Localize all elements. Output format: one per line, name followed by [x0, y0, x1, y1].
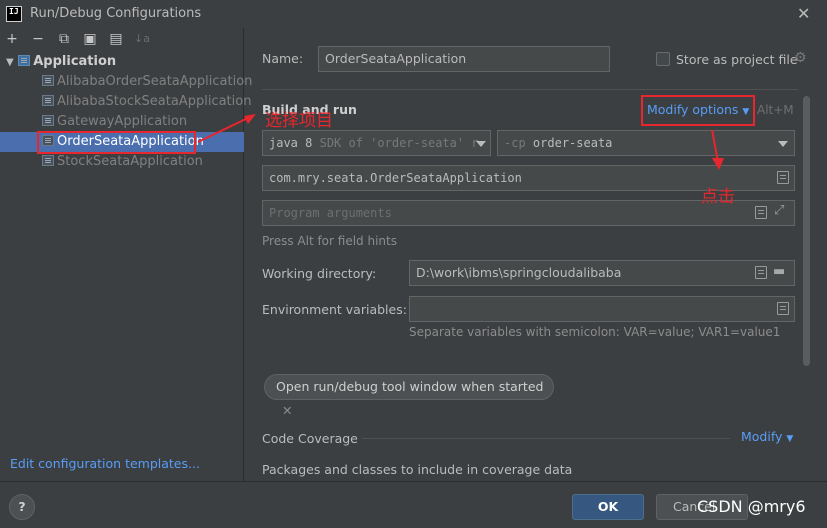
annotation-click: 点击: [701, 187, 735, 207]
tree-root-label: Application: [33, 54, 117, 69]
copy-icon[interactable]: ⧉: [56, 31, 72, 47]
folder-icon[interactable]: ▬: [773, 264, 785, 279]
environment-variables-label: Environment variables:: [262, 302, 407, 317]
packages-coverage-label: Packages and classes to include in cover…: [262, 462, 573, 477]
open-tool-window-chip[interactable]: Open run/debug tool window when started …: [264, 374, 554, 418]
field-hints-text: Press Alt for field hints: [262, 234, 397, 248]
tree-item-label: GatewayApplication: [57, 114, 188, 129]
chevron-down-icon: ▼: [786, 434, 794, 444]
separator: [262, 89, 798, 90]
chevron-down-icon[interactable]: ▼: [6, 57, 14, 68]
arrow-head: [244, 114, 256, 124]
ok-button[interactable]: OK: [572, 494, 644, 520]
edit-configuration-templates-link[interactable]: Edit configuration templates...: [10, 456, 200, 471]
macro-icon[interactable]: [755, 266, 767, 279]
save-icon[interactable]: ▣: [82, 31, 98, 47]
run-config-icon: [42, 115, 54, 126]
annotation-box-selected-item: [37, 131, 196, 154]
watermark: CSDN @mry6: [697, 497, 806, 516]
add-icon[interactable]: +: [4, 31, 20, 47]
store-as-project-file-checkbox[interactable]: [656, 52, 670, 66]
working-directory-label: Working directory:: [262, 266, 377, 281]
environment-variables-input[interactable]: [409, 296, 795, 322]
application-icon: [18, 55, 31, 66]
remove-icon[interactable]: −: [30, 31, 46, 47]
code-coverage-label: Code Coverage: [262, 431, 358, 446]
code-coverage-modify-link[interactable]: Modify ▼: [741, 429, 793, 444]
close-icon[interactable]: ✕: [797, 4, 810, 23]
tree-item-label: AlibabaOrderSeataApplication: [57, 74, 253, 89]
tree-item-alibaba-order[interactable]: AlibabaOrderSeataApplication: [42, 72, 252, 92]
gear-icon[interactable]: ⚙: [794, 50, 807, 66]
window-title: Run/Debug Configurations: [30, 6, 202, 21]
arrow-to-click: [711, 129, 719, 163]
arrow-head: [712, 158, 724, 170]
working-directory-input[interactable]: D:\work\ibms\springcloudalibaba: [409, 260, 795, 286]
run-config-icon: [42, 95, 54, 106]
separator: [362, 438, 730, 439]
sort-icon[interactable]: ↓a: [134, 31, 150, 47]
tree-item-stock-seata[interactable]: StockSeataApplication: [42, 152, 203, 172]
tree-item-application[interactable]: ▼ Application: [6, 52, 116, 72]
edit-env-vars-icon[interactable]: [777, 302, 789, 315]
help-button[interactable]: ?: [9, 494, 35, 520]
run-config-icon: [42, 155, 54, 166]
name-input[interactable]: OrderSeataApplication: [318, 46, 610, 72]
run-config-icon: [42, 75, 54, 86]
close-icon[interactable]: ✕: [282, 403, 292, 418]
env-vars-hint: Separate variables with semicolon: VAR=v…: [409, 325, 781, 339]
intellij-app-icon: IJ: [6, 6, 22, 22]
store-as-project-file-label: Store as project file: [676, 52, 798, 67]
modify-label: Modify: [741, 429, 783, 444]
chip-label: Open run/debug tool window when started: [276, 379, 544, 394]
name-label: Name:: [262, 51, 304, 66]
arrow-to-label: [197, 115, 253, 143]
annotation-select-item: 选择项目: [265, 111, 333, 131]
folder-icon[interactable]: ▤: [108, 31, 124, 47]
tree-item-gateway[interactable]: GatewayApplication: [42, 112, 187, 132]
tree-item-label: StockSeataApplication: [57, 154, 203, 169]
